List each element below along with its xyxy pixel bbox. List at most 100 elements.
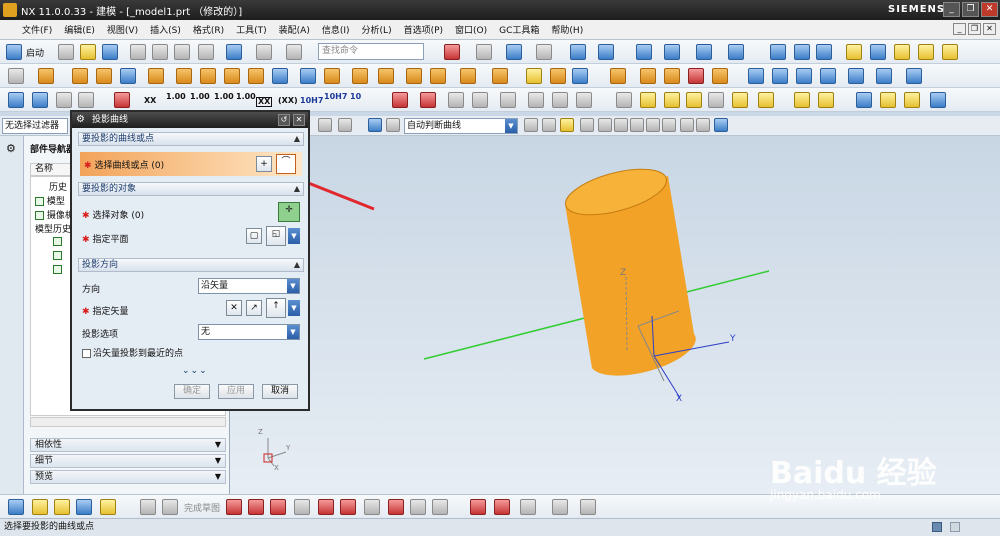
through-curves-icon[interactable] <box>772 68 788 84</box>
intersection-icon[interactable] <box>524 118 538 132</box>
arc-center-icon[interactable] <box>630 118 644 132</box>
checkbox-icon[interactable] <box>35 211 44 220</box>
rectangle-icon[interactable] <box>364 499 380 515</box>
extrude-icon[interactable] <box>38 68 54 84</box>
database-icon[interactable] <box>794 44 810 60</box>
menu-tools[interactable]: 工具(T) <box>230 23 273 36</box>
navigator-horizontal-scrollbar[interactable] <box>30 417 226 427</box>
tool-icon[interactable] <box>870 44 886 60</box>
chevron-down-icon[interactable]: ▼ <box>287 279 299 293</box>
surface-icon[interactable] <box>748 68 764 84</box>
rectangle-select-icon[interactable] <box>338 118 352 132</box>
paste-icon[interactable] <box>174 44 190 60</box>
offset-curve-icon[interactable] <box>432 499 448 515</box>
sketch-finish-icon[interactable] <box>140 499 156 515</box>
chamfer-sketch-icon[interactable] <box>340 499 356 515</box>
tree-item-model[interactable]: 模型 <box>35 194 65 207</box>
offset-face-icon[interactable] <box>492 68 508 84</box>
save-icon[interactable] <box>102 44 118 60</box>
mirror-icon[interactable] <box>300 68 316 84</box>
close-button[interactable]: ✕ <box>981 2 998 17</box>
clock-icon[interactable] <box>4 388 20 406</box>
dim-fit-2[interactable]: 10H7 <box>324 93 347 101</box>
radius-icon[interactable] <box>472 92 488 108</box>
undo-icon[interactable] <box>226 44 242 60</box>
resize-face-icon[interactable] <box>688 68 704 84</box>
sketch-assembly-icon[interactable] <box>100 499 116 515</box>
tangent-icon[interactable] <box>542 118 556 132</box>
menu-gc-toolbox[interactable]: GC工具箱 <box>493 23 545 36</box>
roles-icon[interactable] <box>4 456 20 474</box>
accordion-dependencies[interactable]: 相依性 ▼ <box>30 438 226 452</box>
assembly-icon[interactable] <box>770 44 786 60</box>
pattern-icon[interactable] <box>324 68 340 84</box>
bridge-surface-icon[interactable] <box>848 68 864 84</box>
checkbox-icon[interactable] <box>53 265 62 274</box>
point-plus-icon[interactable] <box>410 499 426 515</box>
note-icon[interactable] <box>708 92 724 108</box>
control-point-icon[interactable] <box>614 118 628 132</box>
chevron-up-icon[interactable]: ▲ <box>294 133 300 145</box>
bounded-grid-icon[interactable] <box>714 118 728 132</box>
chevron-up-icon[interactable]: ▲ <box>294 183 300 195</box>
vector-dialog-icon[interactable]: ↗ <box>246 300 262 316</box>
menu-preferences[interactable]: 首选项(P) <box>398 23 449 36</box>
checkbox-icon[interactable] <box>53 251 62 260</box>
sketch-fix-icon[interactable] <box>54 499 70 515</box>
chevron-down-icon[interactable]: ▼ <box>287 325 299 339</box>
dim-1[interactable]: 1.00 <box>166 93 186 101</box>
section-direction[interactable]: 投影方向 ▲ <box>78 258 304 272</box>
accordion-details[interactable]: 细节 ▼ <box>30 454 226 468</box>
direction-dropdown[interactable]: 沿矢量 ▼ <box>198 278 300 294</box>
replace-face-icon[interactable] <box>640 68 656 84</box>
section-curves[interactable]: 要投影的曲线或点 ▲ <box>78 132 304 146</box>
cone-icon[interactable] <box>120 68 136 84</box>
weld-icon[interactable] <box>686 92 702 108</box>
arc-length-icon[interactable] <box>500 92 516 108</box>
sketch-mirror-icon[interactable] <box>76 499 92 515</box>
start-icon[interactable] <box>6 44 22 60</box>
table-icon[interactable] <box>56 92 72 108</box>
shaded-cube-icon[interactable] <box>506 44 522 60</box>
split-body-icon[interactable] <box>430 68 446 84</box>
sew-icon[interactable] <box>906 68 922 84</box>
gear-icon[interactable]: ⚙ <box>76 112 85 128</box>
background-icon[interactable] <box>536 44 552 60</box>
circle-icon[interactable] <box>294 499 310 515</box>
menu-insert[interactable]: 插入(S) <box>144 23 187 36</box>
face-select-icon[interactable] <box>386 118 400 132</box>
menu-file[interactable]: 文件(F) <box>0 23 58 36</box>
table-note-icon[interactable] <box>732 92 748 108</box>
arc-icon[interactable] <box>270 499 286 515</box>
tree-item-history[interactable]: 历史 <box>49 180 67 193</box>
checkbox-icon[interactable] <box>35 197 44 206</box>
curve-rule-dropdown[interactable]: 自动判断曲线 ▼ <box>404 118 518 134</box>
fastener-icon[interactable] <box>930 92 946 108</box>
existing-point-icon[interactable] <box>662 118 676 132</box>
quick-extend-icon[interactable] <box>494 499 510 515</box>
bolt-icon[interactable] <box>880 92 896 108</box>
doc-restore-button[interactable]: ❐ <box>968 23 981 35</box>
reset-icon[interactable]: ↺ <box>278 114 290 126</box>
sketch-icon[interactable] <box>8 68 24 84</box>
layer-icon[interactable] <box>570 44 586 60</box>
delete-face-icon[interactable] <box>664 68 680 84</box>
fillet-icon[interactable] <box>318 499 334 515</box>
chevron-down-icon[interactable]: ▼ <box>505 119 517 133</box>
geometric-constraint-icon[interactable] <box>552 499 568 515</box>
curve-select-icon[interactable]: ⌒ <box>276 154 296 174</box>
dim-ref-xx[interactable]: (XX) <box>278 97 298 105</box>
inferred-vector-icon[interactable]: ↑ <box>266 298 286 318</box>
cancel-button[interactable]: 取消 <box>262 384 298 399</box>
apply-button[interactable]: 应用 <box>218 384 254 399</box>
menu-analysis[interactable]: 分析(L) <box>356 23 398 36</box>
line-icon[interactable] <box>248 499 264 515</box>
polyline-icon[interactable] <box>388 499 404 515</box>
copy-icon[interactable] <box>152 44 168 60</box>
history-icon[interactable] <box>4 346 20 364</box>
open-folder-icon[interactable] <box>80 44 96 60</box>
tree-child-2[interactable] <box>53 251 62 261</box>
edge-blend-icon[interactable] <box>378 68 394 84</box>
doc-close-button[interactable]: ✕ <box>983 23 996 35</box>
object-select-icon[interactable]: ✛ <box>278 202 300 222</box>
